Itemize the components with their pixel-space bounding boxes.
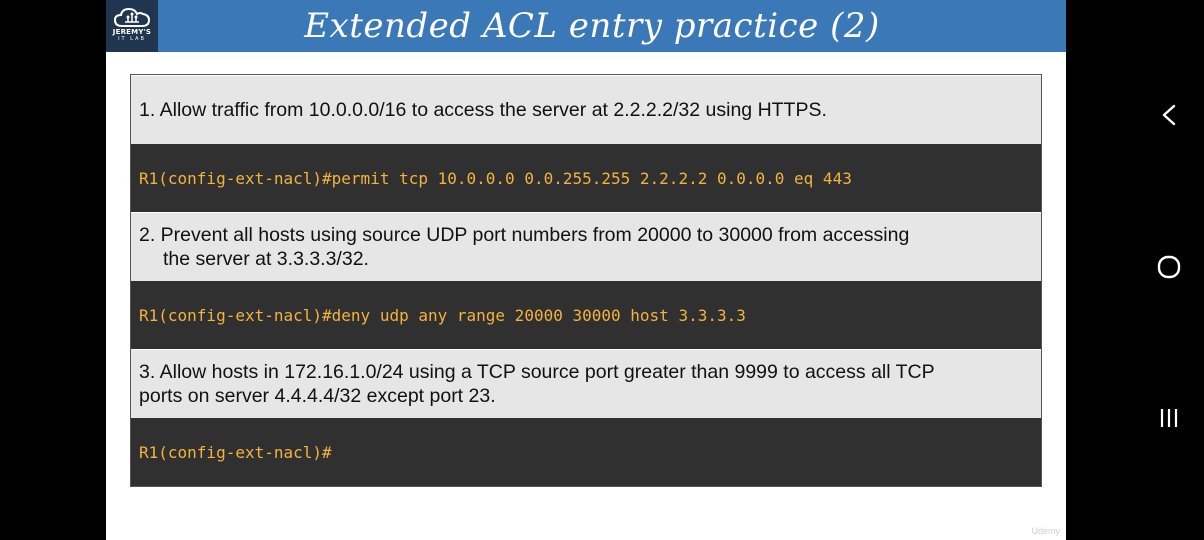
question-2: 2. Prevent all hosts using source UDP po… [131,212,1041,281]
question-1: 1. Allow traffic from 10.0.0.0/16 to acc… [131,75,1041,144]
question-3-text-line1: 3. Allow hosts in 172.16.1.0/24 using a … [139,361,935,383]
acl-practice-panel: 1. Allow traffic from 10.0.0.0/16 to acc… [130,74,1042,487]
home-icon[interactable] [1152,250,1186,284]
logo-line2: IT LAB [118,36,146,42]
title-bar: JEREMY'S IT LAB Extended ACL entry pract… [106,0,1066,52]
slide: JEREMY'S IT LAB Extended ACL entry pract… [106,0,1066,540]
cli-line-1: R1(config-ext-nacl)#permit tcp 10.0.0.0 … [131,144,1041,212]
cli-line-2: R1(config-ext-nacl)#deny udp any range 2… [131,281,1041,349]
cloud-icon [113,7,151,27]
question-3-text-line2: ports on server 4.4.4.4/32 except port 2… [139,385,496,407]
jeremys-it-lab-logo: JEREMY'S IT LAB [106,0,158,52]
question-1-text: 1. Allow traffic from 10.0.0.0/16 to acc… [139,99,827,121]
recents-icon[interactable] [1152,401,1186,435]
logo-line1: JEREMY'S [112,28,152,36]
question-2-text-line1: 2. Prevent all hosts using source UDP po… [139,224,910,246]
back-icon[interactable] [1152,98,1186,132]
slide-title: Extended ACL entry practice (2) [304,6,880,46]
udemy-watermark: Udemy [1031,526,1060,536]
question-2-text-line2: the server at 3.3.3.3/32. [163,248,369,270]
android-nav-bar [1130,0,1204,540]
cli-line-3: R1(config-ext-nacl)# [131,418,1041,486]
question-3: 3. Allow hosts in 172.16.1.0/24 using a … [131,349,1041,418]
